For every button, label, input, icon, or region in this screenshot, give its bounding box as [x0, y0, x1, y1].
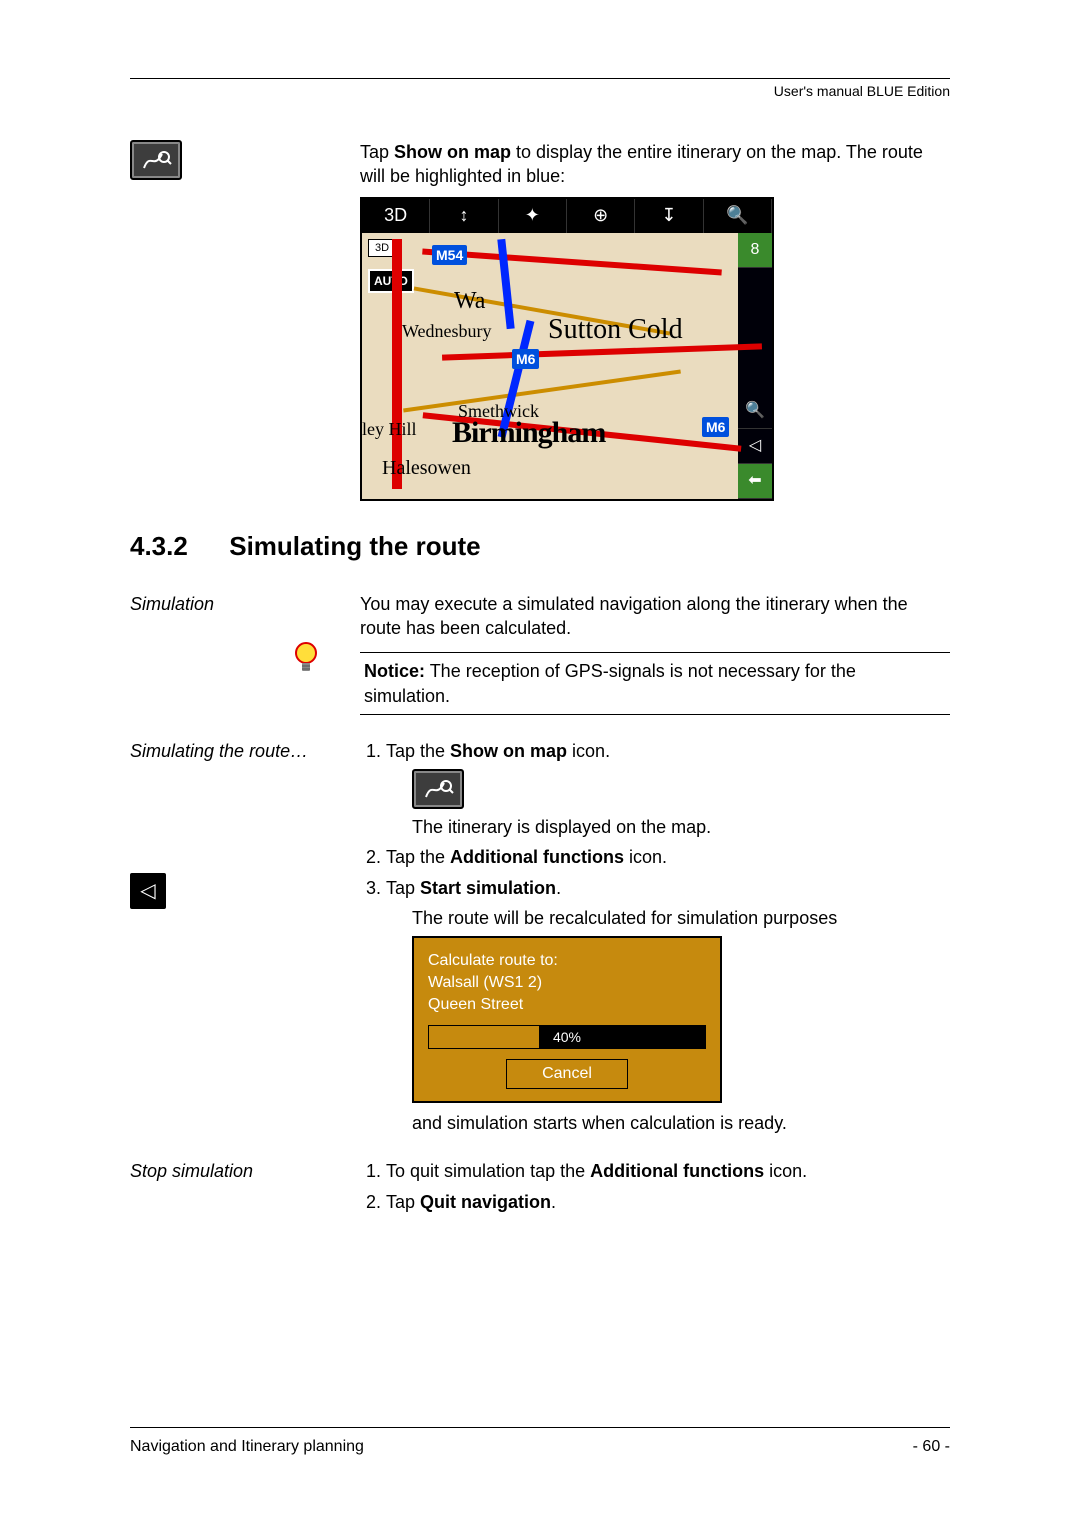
notice-bold: Notice: — [364, 661, 425, 681]
cancel-button[interactable]: Cancel — [506, 1059, 628, 1089]
lightbulb-icon — [290, 640, 320, 676]
map-label-sutton: Sutton Cold — [548, 311, 683, 349]
intro-bold: Show on map — [394, 142, 511, 162]
step-1: Tap the Show on map icon. The itinerary … — [386, 739, 950, 840]
step2-after: icon. — [624, 847, 667, 867]
map-toolbar: 3D ↕ ✦ ⊕ ↧ 🔍 — [362, 199, 772, 233]
additional-functions-icon: ◁ — [130, 873, 166, 909]
dialog-line1: Calculate route to: — [428, 950, 706, 972]
rightbar-top-green[interactable]: 8 — [738, 233, 772, 268]
stop1-after: icon. — [764, 1161, 807, 1181]
rightbar-zoom[interactable]: 🔍 — [738, 394, 772, 429]
step1-after: icon. — [567, 741, 610, 761]
step1-bold: Show on map — [450, 741, 567, 761]
toolbar-target-icon[interactable]: ⊕ — [567, 199, 635, 233]
map-rightbar: 8 🔍 ◁ ⬅ — [738, 233, 772, 499]
label-simulation: Simulation — [130, 594, 214, 614]
calculate-route-dialog: Calculate route to: Walsall (WS1 2) Quee… — [412, 936, 722, 1103]
rightbar-bottom-green[interactable]: ⬅ — [738, 464, 772, 499]
stop2-before: Tap — [386, 1192, 420, 1212]
dialog-line2: Walsall (WS1 2) — [428, 972, 706, 994]
section-number: 4.3.2 — [130, 529, 222, 564]
after-step1: The itinerary is displayed on the map. — [412, 815, 950, 839]
step2-bold: Additional functions — [450, 847, 624, 867]
stop-step-1: To quit simulation tap the Additional fu… — [386, 1159, 950, 1183]
footer-divider — [130, 1427, 950, 1428]
simulating-steps: Tap the Show on map icon. The itinerary … — [360, 739, 950, 1136]
section-title: Simulating the route — [229, 531, 480, 561]
step1-before: Tap the — [386, 741, 450, 761]
map-label-walsall: Wa — [454, 285, 485, 317]
step-2: Tap the Additional functions icon. — [386, 845, 950, 869]
show-on-map-icon-small — [412, 769, 464, 809]
map-label-leyhill: ley Hill — [362, 417, 417, 441]
stop-steps: To quit simulation tap the Additional fu… — [360, 1159, 950, 1214]
section-heading: 4.3.2 Simulating the route — [130, 529, 950, 564]
intro-before: Tap — [360, 142, 394, 162]
road-red-1 — [422, 248, 722, 275]
label-simulating: Simulating the route… — [130, 739, 320, 763]
toolbar-route-icon[interactable]: ↕ — [430, 199, 498, 233]
stop1-bold: Additional functions — [590, 1161, 764, 1181]
map-screenshot: 3D ↕ ✦ ⊕ ↧ 🔍 8 🔍 ◁ ⬅ 3D — [360, 197, 774, 501]
stop-step-2: Tap Quit navigation. — [386, 1190, 950, 1214]
step2-before: Tap the — [386, 847, 450, 867]
progress-percent: 40% — [429, 1026, 705, 1048]
dialog-line3: Queen Street — [428, 994, 706, 1016]
road-red-2 — [392, 239, 402, 489]
footer-left: Navigation and Itinerary planning — [130, 1436, 364, 1458]
after-dialog: and simulation starts when calculation i… — [412, 1111, 950, 1135]
map-auto-badge: AUTO — [368, 269, 414, 293]
step-3: Tap Start simulation. The route will be … — [386, 876, 950, 1136]
step3-before: Tap — [386, 878, 420, 898]
motorway-m54: M54 — [432, 245, 467, 266]
header-divider — [130, 78, 950, 79]
motorway-m6-b: M6 — [702, 417, 729, 438]
stop2-after: . — [551, 1192, 556, 1212]
show-on-map-icon — [130, 140, 182, 180]
map-label-wednesbury: Wednesbury — [402, 319, 492, 343]
road-yellow-2 — [403, 369, 681, 412]
toolbar-3d-button[interactable]: 3D — [362, 199, 430, 233]
map-label-halesowen: Halesowen — [382, 455, 471, 482]
after-step3: The route will be recalculated for simul… — [412, 906, 950, 930]
motorway-m6-a: M6 — [512, 349, 539, 370]
header-right: User's manual BLUE Edition — [774, 82, 950, 101]
intro-text: Tap Show on map to display the entire it… — [360, 140, 950, 501]
notice-box: Notice: The reception of GPS-signals is … — [360, 652, 950, 715]
progress-bar: 40% — [428, 1025, 706, 1049]
stop1-before: To quit simulation tap the — [386, 1161, 590, 1181]
notice-text: The reception of GPS-signals is not nece… — [364, 661, 856, 705]
step3-bold: Start simulation — [420, 878, 556, 898]
map-label-birmingham: Birmingham — [452, 413, 605, 454]
toolbar-star-icon[interactable]: ✦ — [499, 199, 567, 233]
toolbar-zoom-icon[interactable]: 🔍 — [704, 199, 772, 233]
simulation-text: You may execute a simulated navigation a… — [360, 592, 950, 641]
footer-page: - 60 - — [913, 1436, 950, 1458]
rightbar-arrow-left[interactable]: ◁ — [738, 429, 772, 464]
route-blue-1 — [497, 238, 514, 328]
stop2-bold: Quit navigation — [420, 1192, 551, 1212]
toolbar-down-icon[interactable]: ↧ — [635, 199, 703, 233]
label-stop: Stop simulation — [130, 1161, 253, 1181]
step3-after: . — [556, 878, 561, 898]
